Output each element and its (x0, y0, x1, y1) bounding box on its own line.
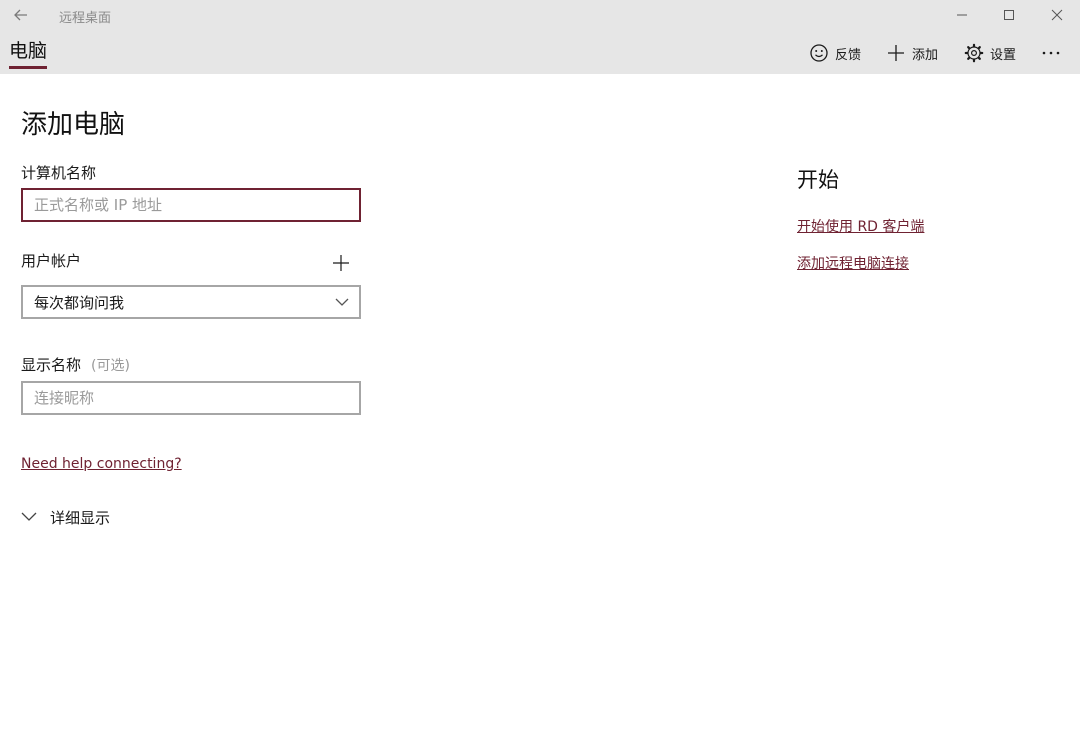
title-bar: 远程桌面 电脑 反馈 添加 设置 (0, 0, 1080, 74)
get-started-title: 开始 (797, 168, 839, 192)
minimize-icon (957, 14, 967, 16)
settings-button[interactable]: 设置 (964, 42, 1016, 64)
minimize-button[interactable] (950, 4, 974, 26)
display-name-input[interactable] (21, 381, 361, 415)
back-button[interactable] (10, 4, 32, 26)
maximize-icon (1004, 10, 1014, 20)
computer-name-input[interactable] (21, 188, 361, 222)
help-connecting-link[interactable]: Need help connecting? (21, 456, 182, 472)
page-title: 添加电脑 (21, 110, 126, 140)
smiley-icon (810, 44, 828, 62)
show-details-label: 详细显示 (50, 508, 111, 527)
maximize-button[interactable] (997, 4, 1021, 26)
more-button[interactable] (1041, 42, 1061, 64)
add-remote-pc-link[interactable]: 添加远程电脑连接 (797, 253, 909, 273)
computer-name-label: 计算机名称 (21, 164, 97, 182)
tab-selected-indicator (9, 66, 47, 69)
chevron-down-icon (335, 298, 349, 306)
user-account-label: 用户帐户 (21, 252, 82, 270)
feedback-label: 反馈 (835, 47, 862, 63)
user-account-selected-value: 每次都询问我 (34, 293, 125, 312)
show-details-toggle[interactable]: 详细显示 (21, 506, 110, 528)
back-arrow-icon (14, 9, 27, 21)
add-label: 添加 (912, 47, 939, 63)
tab-pc[interactable]: 电脑 (9, 36, 47, 63)
settings-label: 设置 (990, 47, 1017, 63)
chevron-down-icon (21, 512, 37, 521)
close-icon (1051, 9, 1063, 21)
feedback-button[interactable]: 反馈 (809, 42, 861, 64)
add-button[interactable]: 添加 (886, 42, 938, 64)
gear-icon (964, 43, 984, 63)
plus-icon (888, 45, 904, 61)
close-button[interactable] (1045, 4, 1069, 26)
plus-icon (333, 255, 349, 271)
more-icon (1042, 51, 1060, 55)
window-title: 远程桌面 (59, 11, 112, 26)
get-started-rd-client-link[interactable]: 开始使用 RD 客户端 (797, 216, 924, 236)
user-account-select[interactable]: 每次都询问我 (21, 285, 361, 319)
display-name-label: 显示名称 (可选) (21, 354, 130, 375)
add-user-account-button[interactable] (330, 252, 352, 274)
optional-hint: (可选) (91, 358, 130, 374)
display-name-label-text: 显示名称 (21, 356, 82, 374)
